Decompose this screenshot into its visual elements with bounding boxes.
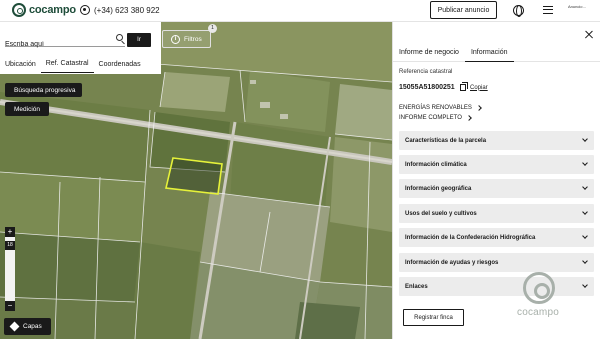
tab-business-report[interactable]: Informe de negocio: [393, 43, 465, 62]
filters-label: Filtros: [184, 35, 202, 43]
zoom-control: + 18 −: [5, 227, 15, 311]
section-label: Información de ayudas y riesgos: [405, 259, 499, 266]
globe-icon[interactable]: [513, 5, 524, 17]
section-label: Enlaces: [405, 283, 428, 290]
chevron-down-icon: [582, 209, 588, 215]
chevron-down-icon: [582, 136, 588, 142]
section-aid-risks[interactable]: Información de ayudas y riesgos: [399, 253, 594, 272]
publish-ad-button[interactable]: Publicar anuncio: [430, 1, 497, 19]
go-button[interactable]: Ir: [127, 33, 151, 47]
progressive-search-button[interactable]: Búsqueda progresiva: [5, 83, 82, 97]
zoom-level: 18: [5, 241, 15, 250]
section-hydrographic-info[interactable]: Información de la Confederación Hidrográ…: [399, 228, 594, 247]
menu-icon[interactable]: [543, 6, 553, 14]
section-land-use[interactable]: Usos del suelo y cultivos: [399, 204, 594, 223]
cadastral-ref-value: 15055A51800251: [399, 84, 455, 91]
section-label: Características de la parcela: [405, 137, 487, 144]
search-input[interactable]: [5, 41, 105, 48]
section-label: Información climática: [405, 161, 467, 168]
filters-button[interactable]: i Filtros: [162, 30, 211, 48]
zoom-out-button[interactable]: −: [5, 301, 15, 311]
tab-ref-catastral[interactable]: Ref. Catastral: [40, 55, 94, 73]
chevron-down-icon: [582, 282, 588, 288]
search-panel: Ir Ubicación Ref. Catastral Coordenadas: [0, 22, 161, 74]
copy-icon: [460, 82, 468, 91]
layers-icon: [9, 321, 20, 332]
tab-ubicacion[interactable]: Ubicación: [0, 55, 41, 73]
phone-number: (+34) 623 380 922: [94, 5, 160, 15]
search-box: [5, 33, 125, 48]
chevron-down-icon: [582, 233, 588, 239]
whatsapp-icon: [80, 5, 90, 15]
panel-tabs: Informe de negocio Información: [393, 43, 600, 62]
cocampo-watermark-icon: [523, 272, 555, 304]
account-avatar[interactable]: Anuncio…: [568, 4, 588, 16]
logo-text: cocampo: [29, 4, 76, 16]
phone-contact[interactable]: (+34) 623 380 922: [80, 5, 160, 15]
copy-label: Copiar: [470, 84, 488, 91]
cocampo-logo[interactable]: cocampo: [12, 3, 76, 17]
filters-count-badge: 1: [208, 24, 217, 33]
tab-coordenadas[interactable]: Coordenadas: [94, 55, 146, 73]
chevron-down-icon: [582, 258, 588, 264]
close-icon[interactable]: [584, 30, 594, 40]
chevron-down-icon: [582, 184, 588, 190]
selected-parcel[interactable]: [165, 157, 223, 195]
cadastral-ref-label: Referencia catastral: [399, 69, 453, 75]
chevron-right-icon: [466, 115, 472, 121]
chevron-right-icon: [476, 105, 482, 111]
renewable-energy-link[interactable]: ENERGÍAS RENOVABLES: [399, 105, 482, 111]
section-climate-info[interactable]: Información climática: [399, 155, 594, 174]
full-report-link[interactable]: INFORME COMPLETO: [399, 115, 472, 121]
top-header: cocampo (+34) 623 380 922 Publicar anunc…: [0, 0, 600, 22]
register-parcel-button[interactable]: Registrar finca: [403, 309, 464, 326]
section-label: Usos del suelo y cultivos: [405, 210, 477, 217]
search-icon[interactable]: [116, 34, 123, 41]
full-report-label: INFORME COMPLETO: [399, 115, 462, 121]
section-label: Información de la Confederación Hidrográ…: [405, 234, 536, 241]
section-links[interactable]: Enlaces: [399, 277, 594, 296]
section-label: Información geográfica: [405, 185, 472, 192]
section-parcel-features[interactable]: Características de la parcela: [399, 131, 594, 150]
layers-label: Capas: [23, 323, 42, 330]
parcel-info-panel: Informe de negocio Información Referenci…: [392, 22, 600, 339]
search-tabs: Ubicación Ref. Catastral Coordenadas: [0, 55, 161, 73]
renewable-energy-label: ENERGÍAS RENOVABLES: [399, 105, 472, 111]
measure-button[interactable]: Medición: [5, 102, 49, 116]
layers-button[interactable]: Capas: [4, 318, 51, 335]
zoom-in-button[interactable]: +: [5, 227, 15, 237]
tab-information[interactable]: Información: [464, 43, 514, 62]
cocampo-logo-icon: [12, 3, 26, 17]
copy-button[interactable]: Copiar: [460, 82, 488, 91]
chevron-down-icon: [582, 160, 588, 166]
watermark-text: cocampo: [517, 307, 559, 318]
info-icon: i: [171, 34, 180, 44]
section-geographic-info[interactable]: Información geográfica: [399, 179, 594, 198]
